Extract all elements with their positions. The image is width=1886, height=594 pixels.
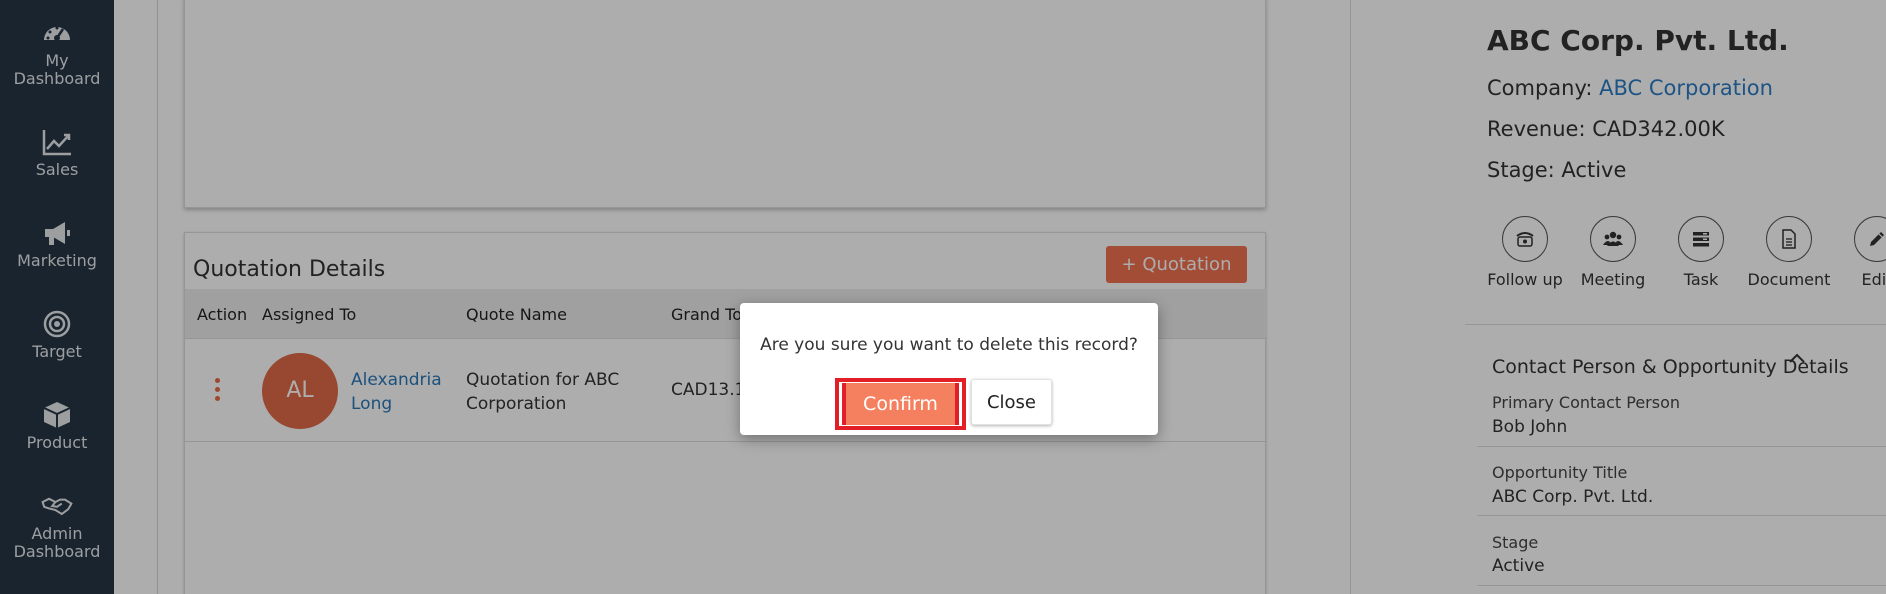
close-button[interactable]: Close	[971, 379, 1052, 425]
confirm-delete-dialog: Are you sure you want to delete this rec…	[740, 303, 1158, 435]
dialog-message: Are you sure you want to delete this rec…	[760, 335, 1138, 355]
modal-backdrop[interactable]	[0, 0, 1886, 594]
confirm-button[interactable]: Confirm	[842, 383, 959, 425]
